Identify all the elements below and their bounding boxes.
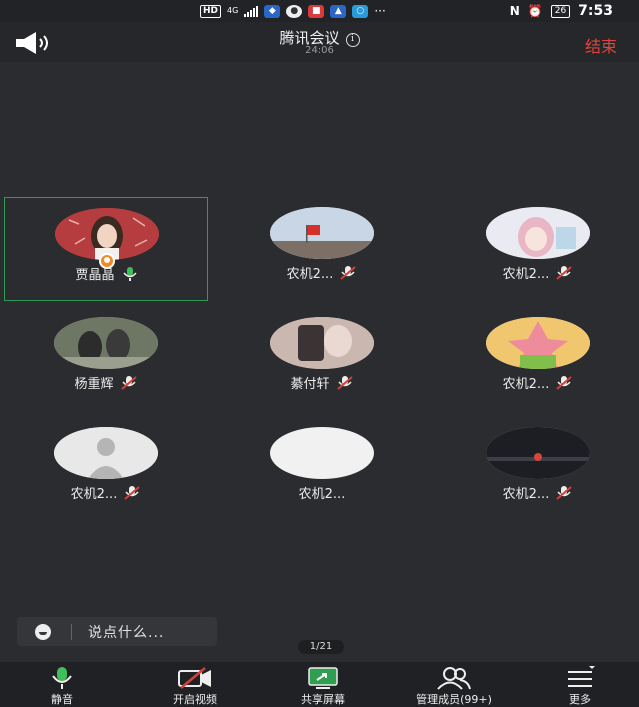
participant-avatar bbox=[486, 207, 590, 259]
default-person-icon bbox=[54, 427, 158, 479]
participant-name: 贾晶晶 bbox=[75, 268, 115, 283]
participant-avatar bbox=[270, 207, 374, 259]
participant-name: 农机2... bbox=[286, 267, 334, 282]
participant-name: 农机2... bbox=[502, 487, 550, 502]
participant-name-row: 农机2... bbox=[436, 373, 639, 392]
participant-tile[interactable]: 农机2... bbox=[436, 307, 639, 411]
participant-avatar bbox=[270, 317, 374, 369]
battery-icon: 26 bbox=[550, 4, 571, 18]
more-button[interactable]: 更多 bbox=[550, 662, 610, 707]
divider bbox=[71, 623, 72, 640]
more-notifications-icon: ··· bbox=[374, 4, 386, 18]
patrick-star-image bbox=[486, 317, 590, 369]
menu-icon bbox=[568, 666, 595, 687]
search-app-icon: ○ bbox=[352, 4, 369, 18]
mic-on-icon bbox=[122, 266, 137, 281]
alarm-icon: ⏰ bbox=[527, 4, 543, 18]
participant-name: 农机2... bbox=[70, 487, 118, 502]
emoji-icon[interactable] bbox=[35, 623, 51, 640]
mic-muted-icon bbox=[556, 375, 572, 390]
clock: 7:53 bbox=[578, 3, 613, 19]
mic-muted-icon bbox=[336, 375, 353, 390]
participant-avatar bbox=[486, 317, 590, 369]
chat-placeholder: 说点什么... bbox=[88, 624, 165, 641]
participant-tile[interactable]: 农机2... bbox=[220, 197, 424, 301]
bottom-toolbar: 静音 开启视频 共享屏幕 管理成员(99+) 更多 bbox=[0, 662, 639, 707]
participant-avatar bbox=[54, 427, 158, 479]
participant-name: 杨重辉 bbox=[74, 377, 114, 392]
participant-name: 农机2... bbox=[298, 487, 346, 502]
participant-avatar bbox=[270, 427, 374, 479]
participant-name-row: 綦付轩 bbox=[220, 373, 424, 392]
status-bar-left: HD 4G ◆ ● ■ ▲ ○ ··· bbox=[200, 4, 386, 18]
anime-avatar-image bbox=[486, 207, 590, 259]
meeting-header: 腾讯会议 i 24:06 结束 bbox=[0, 22, 639, 62]
participant-name: 綦付轩 bbox=[290, 377, 330, 392]
selfie-photo-image bbox=[270, 317, 374, 369]
participant-avatar bbox=[486, 427, 590, 479]
page-indicator: 1/21 bbox=[298, 640, 344, 654]
start-video-button[interactable]: 开启视频 bbox=[150, 662, 240, 707]
mic-muted-icon bbox=[340, 265, 356, 280]
participant-tile[interactable]: 贾晶晶 bbox=[4, 197, 208, 301]
qq-icon: ● bbox=[286, 4, 303, 18]
mic-muted-icon bbox=[124, 485, 140, 500]
participant-name-row: 农机2... bbox=[220, 483, 424, 502]
members-icon bbox=[437, 667, 471, 690]
participant-tile[interactable]: 杨重辉 bbox=[4, 307, 208, 411]
meeting-timer: 24:06 bbox=[305, 45, 334, 56]
participant-name: 农机2... bbox=[502, 377, 550, 392]
flag-photo-image bbox=[270, 207, 374, 259]
mic-muted-icon bbox=[556, 265, 572, 280]
participant-tile[interactable]: 綦付轩 bbox=[220, 307, 424, 411]
mute-button[interactable]: 静音 bbox=[22, 662, 102, 707]
more-label: 更多 bbox=[569, 693, 591, 706]
participant-name-row: 农机2... bbox=[220, 263, 424, 282]
participant-tile[interactable]: 农机2... bbox=[436, 417, 639, 521]
participant-name-row: 杨重辉 bbox=[4, 373, 208, 392]
mute-label: 静音 bbox=[51, 693, 73, 706]
participant-name-row: 贾晶晶 bbox=[5, 264, 209, 283]
end-meeting-button[interactable]: 结束 bbox=[585, 33, 617, 57]
manage-members-label: 管理成员(99+) bbox=[416, 693, 492, 706]
participant-tile[interactable]: 农机2... bbox=[220, 417, 424, 521]
microphone-icon bbox=[52, 667, 72, 689]
participant-tile[interactable]: 农机2... bbox=[4, 417, 208, 521]
meeting-app-icon: ▲ bbox=[330, 4, 347, 18]
chat-input[interactable]: 说点什么... bbox=[17, 617, 217, 646]
participant-name: 农机2... bbox=[502, 267, 550, 282]
nfc-icon: N bbox=[509, 4, 520, 18]
manage-members-button[interactable]: 管理成员(99+) bbox=[392, 662, 516, 707]
mic-muted-icon bbox=[120, 375, 137, 390]
share-screen-icon bbox=[308, 667, 338, 689]
share-screen-label: 共享屏幕 bbox=[301, 693, 345, 706]
network-type: 4G bbox=[227, 6, 239, 15]
mic-muted-icon bbox=[556, 485, 572, 500]
video-off-icon bbox=[178, 667, 211, 689]
status-bar: HD 4G ◆ ● ■ ▲ ○ ··· N ⏰ 26 7:53 bbox=[0, 0, 639, 22]
sunset-photo-image bbox=[486, 427, 590, 479]
app-notification-icon: ◆ bbox=[264, 4, 281, 18]
status-bar-right: N ⏰ 26 7:53 bbox=[510, 3, 613, 19]
share-screen-button[interactable]: 共享屏幕 bbox=[278, 662, 368, 707]
participant-name-row: 农机2... bbox=[436, 263, 639, 282]
signal-icon bbox=[244, 5, 259, 17]
participant-name-row: 农机2... bbox=[4, 483, 208, 502]
participant-name-row: 农机2... bbox=[436, 483, 639, 502]
mic-app-icon: ■ bbox=[308, 4, 325, 18]
hd-badge: HD bbox=[200, 4, 222, 18]
start-video-label: 开启视频 bbox=[173, 693, 217, 706]
participant-tile[interactable]: 农机2... bbox=[436, 197, 639, 301]
group-photo-image bbox=[54, 317, 158, 369]
participant-avatar bbox=[54, 317, 158, 369]
